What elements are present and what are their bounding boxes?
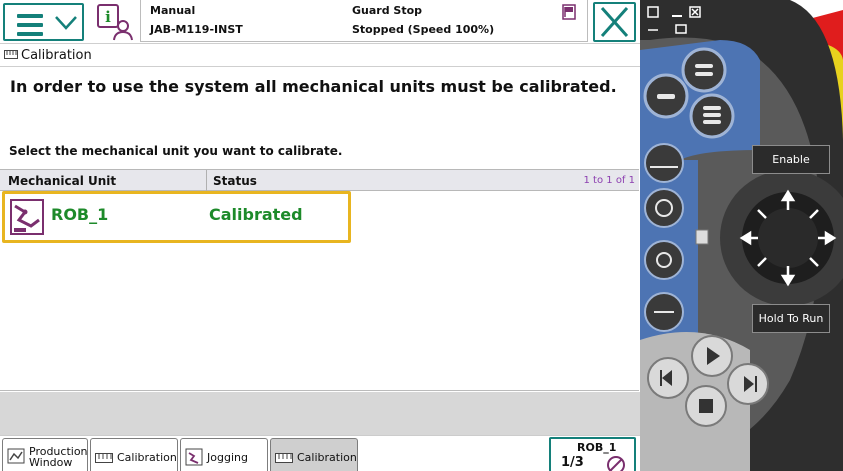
task-calibration[interactable]: Calibration [90, 438, 178, 471]
flexpendant-hardware [640, 0, 843, 471]
unit-status: Calibrated [209, 205, 303, 224]
window-title: Calibration [21, 48, 92, 63]
guard-status: Guard Stop [352, 4, 423, 17]
window-controls[interactable] [646, 4, 710, 40]
menu-icon [17, 14, 43, 41]
mechanical-unit-name: ROB_1 [577, 441, 617, 454]
system-name: JAB-M119-INST [150, 23, 243, 36]
unit-name: ROB_1 [51, 205, 109, 224]
status-panel[interactable]: Manual JAB-M119-INST Guard Stop Stopped … [140, 0, 588, 42]
jogging-icon [185, 448, 203, 466]
stop-icon [607, 456, 625, 471]
calibration-icon [95, 453, 113, 463]
hold-to-run-button[interactable]: Hold To Run [752, 304, 830, 333]
headline: In order to use the system all mechanica… [10, 77, 617, 96]
row-count: 1 to 1 of 1 [583, 175, 635, 186]
bottom-command-area [0, 392, 640, 435]
operating-mode: Manual [150, 4, 196, 17]
run-status: Stopped (Speed 100%) [352, 23, 495, 36]
calibration-icon [275, 453, 293, 463]
window-control-icons [647, 6, 701, 34]
flexpendant-screen: i Manual JAB-M119-INST Guard Stop Stoppe… [0, 0, 640, 471]
task-label: Calibration [297, 451, 357, 464]
close-icon [600, 7, 629, 37]
close-button[interactable] [593, 2, 636, 42]
task-fraction: 1/3 [561, 455, 584, 470]
enable-button[interactable]: Enable [752, 145, 830, 174]
task-jogging[interactable]: Jogging [180, 438, 268, 471]
column-header-mechanical-unit[interactable]: Mechanical Unit [8, 174, 116, 188]
taskbar: Production Window Calibration Jogging Cal… [0, 435, 640, 471]
robot-unit-icon [10, 199, 44, 235]
main-menu-button[interactable] [3, 3, 84, 41]
flag-icon [562, 4, 576, 20]
info-icon[interactable]: i [96, 3, 134, 41]
task-calibration-active[interactable]: Calibration [270, 438, 358, 471]
task-label: Calibration [117, 451, 177, 464]
hold-to-run-label: Hold To Run [758, 312, 824, 325]
enable-label: Enable [772, 153, 810, 166]
table-header: Mechanical Unit Status 1 to 1 of 1 [0, 169, 639, 191]
mechanical-unit-table: Mechanical Unit Status 1 to 1 of 1 ROB_1… [0, 169, 639, 391]
window-title-row: Calibration [0, 45, 640, 67]
task-label: Window [29, 456, 73, 469]
instruction-text: Select the mechanical unit you want to c… [9, 144, 343, 158]
column-header-status[interactable]: Status [213, 174, 257, 188]
calibration-icon [4, 50, 18, 59]
production-window-icon [7, 448, 25, 464]
chevron-down-icon [55, 16, 77, 30]
task-production-window[interactable]: Production Window [2, 438, 88, 471]
table-row[interactable]: ROB_1 Calibrated [2, 191, 351, 243]
task-label: Jogging [207, 451, 248, 464]
pendant-body [640, 0, 843, 471]
svg-text:i: i [105, 8, 111, 26]
quickset-mechanical-unit-button[interactable]: ROB_1 1/3 [549, 437, 636, 471]
top-bar: i Manual JAB-M119-INST Guard Stop Stoppe… [0, 0, 640, 44]
